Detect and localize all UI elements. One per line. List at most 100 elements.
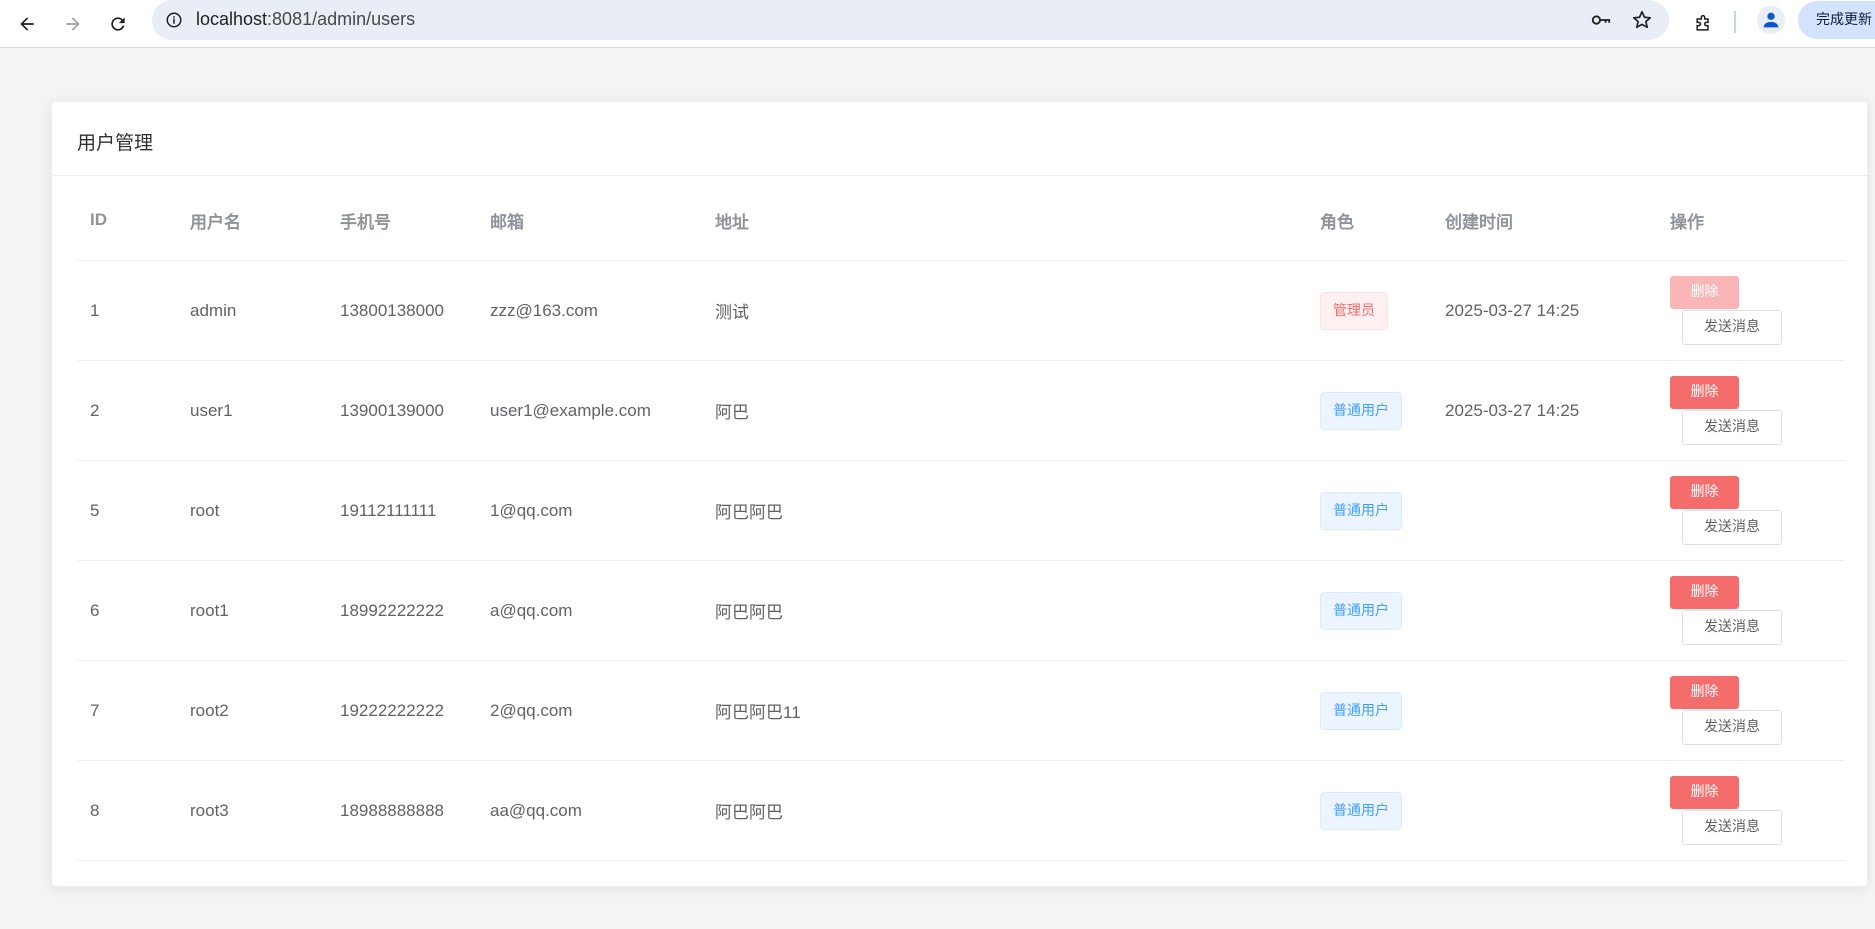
cell-email: 2@qq.com: [490, 700, 573, 720]
delete-button[interactable]: 删除: [1670, 676, 1739, 709]
cell-id: 7: [90, 700, 100, 720]
send-message-button[interactable]: 发送消息: [1682, 310, 1782, 345]
role-badge-user: 普通用户: [1320, 491, 1402, 530]
key-icon[interactable]: [1588, 8, 1614, 32]
address-bar[interactable]: localhost:8081/admin/users: [152, 0, 1669, 40]
arrow-left-icon: [20, 17, 34, 31]
cell-actions: 删除 发送消息: [1670, 561, 1840, 660]
column-header-role[interactable]: 角色: [1320, 176, 1354, 260]
cell-username: root3: [190, 800, 229, 820]
cell-username: root1: [190, 600, 229, 620]
send-message-button[interactable]: 发送消息: [1682, 610, 1782, 645]
cell-id: 6: [90, 600, 100, 620]
cell-actions: 删除 发送消息: [1670, 761, 1840, 860]
table-row: 6 root1 18992222222 a@qq.com 阿巴阿巴 普通用户 删…: [77, 561, 1845, 661]
column-header-id[interactable]: ID: [90, 176, 107, 260]
url-text[interactable]: localhost:8081/admin/users: [196, 9, 415, 30]
cell-address: 阿巴阿巴: [715, 603, 783, 622]
toolbar-divider: [1734, 11, 1736, 33]
cell-username: root: [190, 500, 220, 520]
column-header-created[interactable]: 创建时间: [1445, 176, 1513, 260]
table-row: 7 root2 19222222222 2@qq.com 阿巴阿巴11 普通用户…: [77, 661, 1845, 761]
column-header-phone[interactable]: 手机号: [340, 176, 391, 260]
role-badge-user: 普通用户: [1320, 591, 1402, 630]
cell-actions: 删除 发送消息: [1670, 261, 1840, 360]
site-info-icon[interactable]: [162, 8, 186, 32]
cell-username: user1: [190, 400, 233, 420]
role-badge-user: 普通用户: [1320, 791, 1402, 830]
table-row: 1 admin 13800138000 zzz@163.com 测试 管理员 2…: [77, 261, 1845, 361]
update-button[interactable]: 完成更新: [1798, 1, 1875, 39]
cell-created: 2025-03-27 14:25: [1445, 300, 1580, 320]
cell-id: 8: [90, 800, 100, 820]
cell-role: 普通用户: [1320, 761, 1402, 860]
cell-phone: 13800138000: [340, 300, 445, 320]
user-management-card: 用户管理 ID 用户名 手机号 邮箱 地址 角色 创建时间 操作 1 admin…: [51, 101, 1868, 887]
cell-role: 普通用户: [1320, 661, 1402, 760]
star-icon[interactable]: [1629, 8, 1655, 32]
forward-button[interactable]: [55, 8, 91, 40]
reload-button[interactable]: [100, 8, 136, 40]
cell-id: 5: [90, 500, 100, 520]
users-table: ID 用户名 手机号 邮箱 地址 角色 创建时间 操作 1 admin 1380…: [77, 176, 1845, 861]
cell-role: 普通用户: [1320, 561, 1402, 660]
page-title: 用户管理: [77, 132, 154, 154]
arrow-right-icon: [66, 17, 80, 31]
back-button[interactable]: [9, 8, 45, 40]
cell-address: 阿巴阿巴: [715, 503, 783, 522]
url-host: localhost: [196, 9, 268, 29]
send-message-button[interactable]: 发送消息: [1682, 710, 1782, 745]
table-row: 2 user1 13900139000 user1@example.com 阿巴…: [77, 361, 1845, 461]
extensions-button[interactable]: [1685, 8, 1721, 40]
cell-address: 阿巴阿巴11: [715, 703, 801, 722]
cell-phone: 19222222222: [340, 700, 445, 720]
cell-role: 普通用户: [1320, 361, 1402, 460]
delete-button[interactable]: 删除: [1670, 376, 1739, 409]
cell-phone: 18992222222: [340, 600, 445, 620]
send-message-button[interactable]: 发送消息: [1682, 410, 1782, 445]
role-badge-user: 普通用户: [1320, 691, 1402, 730]
cell-address: 阿巴: [715, 403, 749, 422]
delete-button-disabled: 删除: [1670, 276, 1739, 309]
cell-email: aa@qq.com: [490, 800, 582, 820]
column-header-actions[interactable]: 操作: [1670, 176, 1704, 260]
puzzle-icon: [1696, 14, 1709, 31]
cell-email: zzz@163.com: [490, 300, 598, 320]
cell-actions: 删除 发送消息: [1670, 461, 1840, 560]
delete-button[interactable]: 删除: [1670, 476, 1739, 509]
column-header-email[interactable]: 邮箱: [490, 176, 524, 260]
table-header-row: ID 用户名 手机号 邮箱 地址 角色 创建时间 操作: [77, 176, 1845, 261]
column-header-address[interactable]: 地址: [715, 176, 749, 260]
cell-phone: 19112111111: [340, 500, 437, 520]
cell-address: 阿巴阿巴: [715, 803, 783, 822]
cell-actions: 删除 发送消息: [1670, 661, 1840, 760]
browser-toolbar: localhost:8081/admin/users 完成更新: [0, 0, 1875, 48]
reload-icon: [111, 17, 125, 31]
cell-username: admin: [190, 300, 237, 320]
cell-phone: 18988888888: [340, 800, 445, 820]
delete-button[interactable]: 删除: [1670, 576, 1739, 609]
column-header-username[interactable]: 用户名: [190, 176, 241, 260]
cell-id: 2: [90, 400, 100, 420]
cell-created: 2025-03-27 14:25: [1445, 400, 1580, 420]
url-path: :8081/admin/users: [267, 9, 416, 29]
send-message-button[interactable]: 发送消息: [1682, 510, 1782, 545]
cell-email: user1@example.com: [490, 400, 651, 420]
cell-phone: 13900139000: [340, 400, 445, 420]
cell-role: 管理员: [1320, 261, 1388, 360]
cell-role: 普通用户: [1320, 461, 1402, 560]
cell-actions: 删除 发送消息: [1670, 361, 1840, 460]
table-row: 5 root 19112111111 1@qq.com 阿巴阿巴 普通用户 删除…: [77, 461, 1845, 561]
role-badge-admin: 管理员: [1320, 291, 1388, 330]
send-message-button[interactable]: 发送消息: [1682, 810, 1782, 845]
cell-email: 1@qq.com: [490, 500, 573, 520]
delete-button[interactable]: 删除: [1670, 776, 1739, 809]
cell-username: root2: [190, 700, 229, 720]
cell-address: 测试: [715, 303, 749, 322]
cell-email: a@qq.com: [490, 600, 573, 620]
table-row: 8 root3 18988888888 aa@qq.com 阿巴阿巴 普通用户 …: [77, 761, 1845, 861]
role-badge-user: 普通用户: [1320, 391, 1402, 430]
profile-avatar[interactable]: [1757, 6, 1785, 34]
cell-id: 1: [90, 300, 100, 320]
person-icon: [1763, 12, 1779, 28]
